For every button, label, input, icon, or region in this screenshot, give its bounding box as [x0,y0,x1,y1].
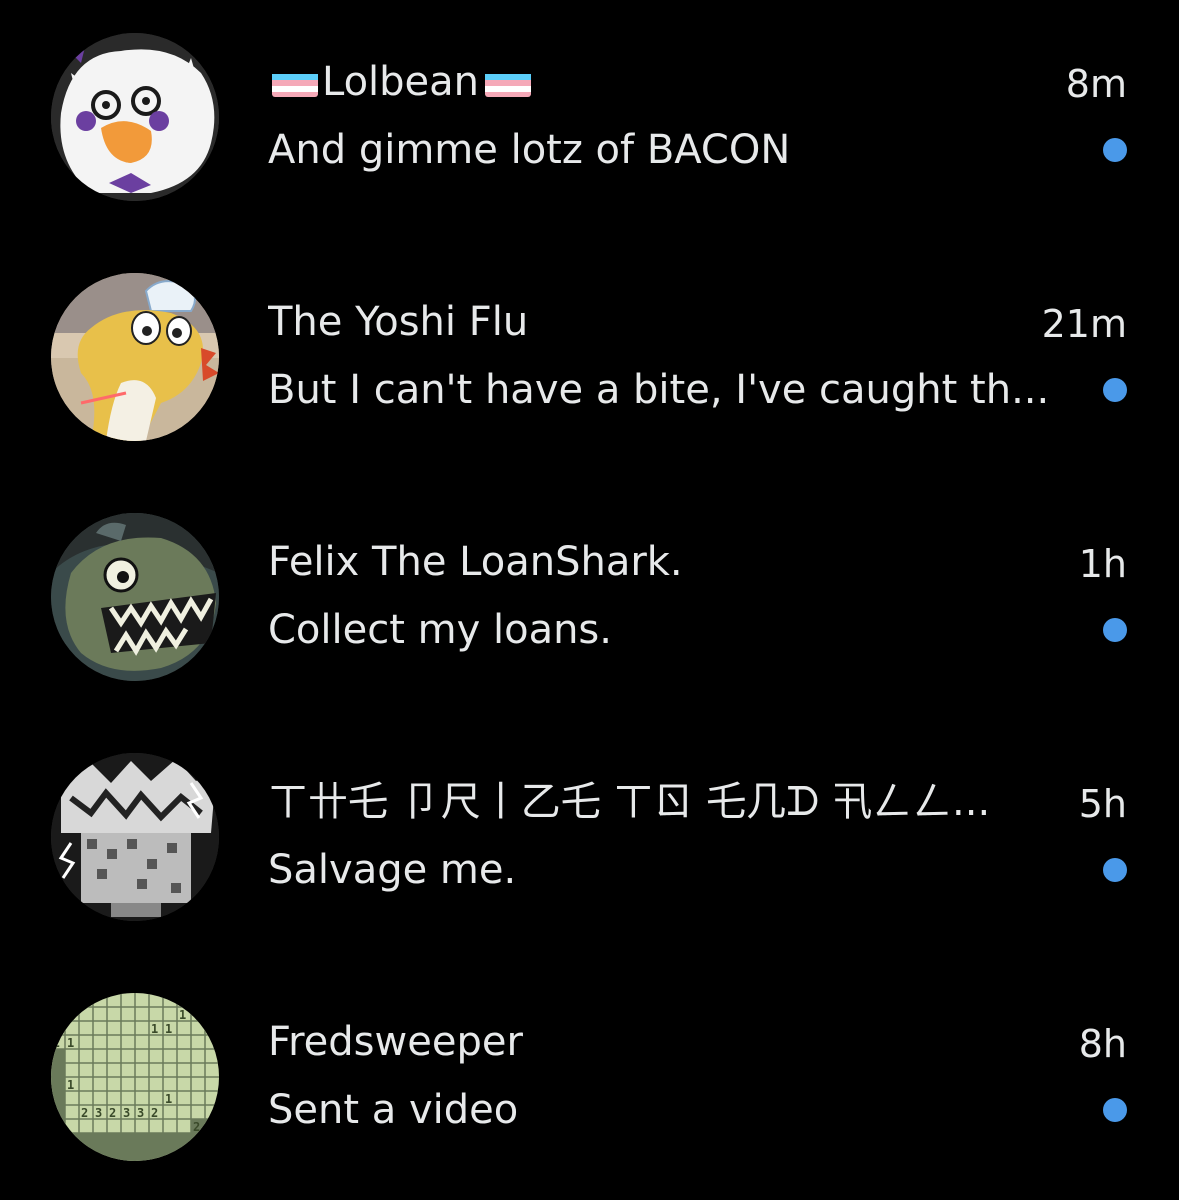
timestamp: 5h [1078,782,1127,826]
conversation-row[interactable]: The Yoshi Flu 21m But I can't have a bit… [0,240,1179,480]
conversation-name: Felix The LoanShark. [268,539,683,585]
svg-text:1: 1 [67,1036,74,1050]
unread-dot-icon [1103,618,1127,642]
conversation-row[interactable]: Lolbean 8m And gimme lotz of BACON [0,0,1179,240]
svg-text:1: 1 [151,1022,158,1036]
message-preview: And gimme lotz of BACON [268,127,791,173]
svg-text:1: 1 [179,1008,186,1022]
unread-dot-icon [1103,1098,1127,1122]
svg-text:2: 2 [193,1120,200,1134]
unread-dot-icon [1103,378,1127,402]
shark-avatar-icon [51,513,219,681]
transgender-flag-icon [272,67,318,97]
svg-text:2: 2 [109,1106,116,1120]
conversation-row[interactable]: ㄒ卄乇 卩尺丨乙乇 ㄒㄖ 乇几ᗪ 卂ㄥㄥ... 5h Salvage me. [0,720,1179,960]
transgender-flag-icon [485,67,532,97]
static-monster-avatar-icon [51,753,219,921]
message-preview: Collect my loans. [268,607,612,653]
avatar[interactable]: 21 12 32 33 21 11 12 [51,993,219,1161]
unread-dot-icon [1103,138,1127,162]
conversation-row[interactable]: Felix The LoanShark. 1h Collect my loans… [0,480,1179,720]
timestamp: 8m [1065,62,1127,106]
svg-text:2: 2 [81,1106,88,1120]
conversation-row[interactable]: 21 12 32 33 21 11 12 Fredsweeper 8h Sent… [0,960,1179,1200]
svg-text:2: 2 [151,1106,158,1120]
conversation-name-text: Lolbean [322,59,480,105]
unread-dot-icon [1103,858,1127,882]
conversation-name: The Yoshi Flu [268,299,529,345]
avatar[interactable] [51,753,219,921]
conversation-name: ㄒ卄乇 卩尺丨乙乇 ㄒㄖ 乇几ᗪ 卂ㄥㄥ... [268,779,991,825]
svg-text:3: 3 [123,1106,130,1120]
svg-text:3: 3 [137,1106,144,1120]
avatar[interactable] [51,33,219,201]
svg-text:1: 1 [165,1022,172,1036]
white-character-avatar-icon [51,33,219,201]
message-preview: Salvage me. [268,847,517,893]
timestamp: 1h [1078,542,1127,586]
timestamp: 21m [1041,302,1127,346]
svg-text:1: 1 [67,1078,74,1092]
timestamp: 8h [1078,1022,1127,1066]
avatar[interactable] [51,513,219,681]
conversation-name: Fredsweeper [268,1019,523,1065]
message-preview: But I can't have a bite, I've caught th.… [268,367,1050,413]
conversation-name: Lolbean [268,58,535,106]
minesweeper-avatar-icon: 21 12 32 33 21 11 12 [51,993,219,1161]
svg-text:3: 3 [95,1106,102,1120]
avatar[interactable] [51,273,219,441]
yellow-dino-avatar-icon [51,273,219,441]
svg-text:1: 1 [165,1092,172,1106]
svg-text:2: 2 [53,1036,60,1050]
message-preview: Sent a video [268,1087,519,1133]
